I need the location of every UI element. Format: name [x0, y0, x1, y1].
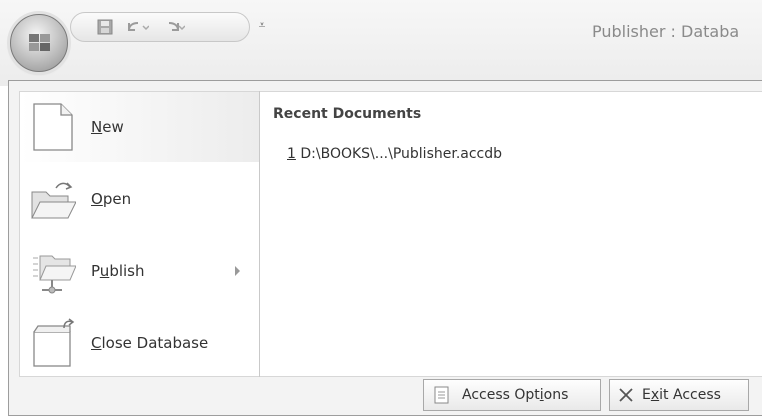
- menu-item-open[interactable]: Open: [20, 164, 260, 234]
- open-folder-icon: [31, 182, 76, 219]
- menu-item-label: Close Database: [91, 334, 209, 352]
- access-options-button[interactable]: Access Options: [423, 379, 601, 411]
- options-icon: [434, 386, 450, 404]
- quick-access-toolbar: [70, 12, 250, 42]
- window-title: Publisher : Databa: [592, 22, 740, 41]
- menu-item-publish[interactable]: Publish: [20, 236, 260, 306]
- recent-documents-pane: Recent Documents 1 D:\BOOKS\...\Publishe…: [260, 91, 762, 377]
- close-x-icon: [618, 387, 634, 403]
- recent-documents-title: Recent Documents: [273, 106, 422, 122]
- save-icon[interactable]: [97, 19, 113, 35]
- redo-icon[interactable]: [161, 19, 185, 35]
- menu-item-close-database[interactable]: Close Database: [20, 308, 260, 378]
- undo-icon[interactable]: [125, 19, 149, 35]
- menu-commands: New Open Publish Close Database: [19, 91, 260, 378]
- office-logo-icon: [29, 34, 50, 51]
- access-options-label: Access Options: [462, 387, 569, 403]
- exit-access-label: Exit Access: [642, 387, 721, 403]
- recent-document-item[interactable]: 1 D:\BOOKS\...\Publisher.accdb: [287, 146, 502, 162]
- menu-item-new[interactable]: New: [20, 92, 260, 162]
- menu-item-label: New: [91, 118, 124, 136]
- new-document-icon: [33, 103, 73, 151]
- customize-toolbar-icon[interactable]: ⩡: [255, 16, 269, 34]
- recent-document-index: 1: [287, 146, 296, 162]
- recent-document-path: D:\BOOKS\...\Publisher.accdb: [295, 146, 503, 162]
- submenu-arrow-icon: [235, 266, 240, 276]
- title-bar: ⩡ Publisher : Databa: [0, 0, 762, 86]
- office-menu: New Open Publish Close Database Recent D…: [8, 80, 762, 416]
- menu-item-label: Open: [91, 190, 132, 208]
- menu-item-label: Publish: [91, 262, 145, 280]
- close-database-icon: [33, 318, 75, 367]
- publish-icon: [33, 255, 76, 294]
- exit-access-button[interactable]: Exit Access: [609, 379, 749, 411]
- office-button[interactable]: [10, 14, 68, 72]
